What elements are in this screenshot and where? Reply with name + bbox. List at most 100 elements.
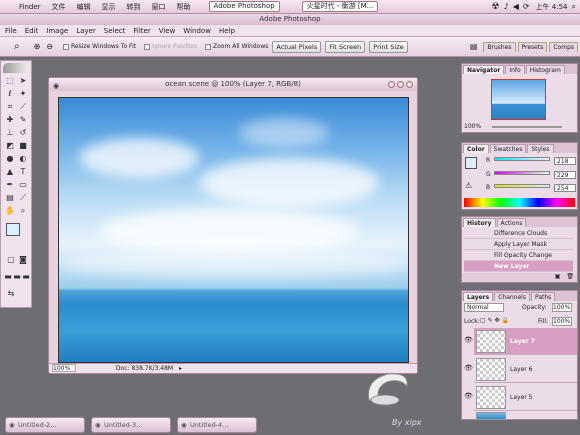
document-titlebar[interactable]: ◉ ocean scene @ 100% (Layer 7, RGB/8) [49, 78, 417, 91]
window-zoom-icon[interactable] [397, 81, 404, 88]
zoom-all-checkbox[interactable] [205, 43, 212, 50]
spotlight-icon[interactable]: ⌕ [572, 2, 576, 12]
color-fg-swatch[interactable] [465, 157, 477, 169]
tab-swatches[interactable]: Swatches [489, 144, 527, 153]
tab-history[interactable]: History [463, 218, 496, 227]
gradient-tool-icon[interactable]: ■ [18, 141, 28, 150]
visibility-eye-icon[interactable]: 👁 [464, 364, 473, 372]
menu-edit[interactable]: Edit [25, 27, 39, 35]
visibility-eye-icon[interactable]: 👁 [464, 336, 473, 344]
menu-edit-cn[interactable]: 编辑 [77, 2, 91, 12]
window-close-icon[interactable] [406, 81, 413, 88]
magic-wand-icon[interactable]: ✦ [18, 89, 28, 98]
quickmask-mode-icon[interactable]: ◙ [18, 255, 28, 264]
menu-view-cn[interactable]: 显示 [102, 2, 116, 12]
tab-styles[interactable]: Styles [527, 144, 554, 153]
lasso-tool-icon[interactable]: ℓ [5, 89, 15, 98]
tab-comps[interactable]: Comps [549, 41, 578, 52]
menu-help-cn[interactable]: 帮助 [177, 2, 191, 12]
eyedropper-icon[interactable]: ⟋ [18, 193, 28, 202]
history-trash-icon[interactable]: 🗑 [566, 273, 574, 280]
path-select-icon[interactable]: ▲ [5, 167, 15, 176]
healing-brush-icon[interactable]: ✚ [5, 115, 15, 124]
menu-go-cn[interactable]: 转到 [127, 2, 141, 12]
r-value[interactable]: 218 [554, 157, 576, 165]
tab-actions[interactable]: Actions [496, 218, 527, 227]
layer-row[interactable]: 👁 Layer 6 [464, 356, 577, 383]
task-browser[interactable]: 火星时代 - 衡游 [M... [301, 1, 379, 12]
menu-window[interactable]: Window [183, 27, 211, 35]
shape-tool-icon[interactable]: ▭ [18, 180, 28, 189]
blend-mode-select[interactable]: Normal [464, 303, 504, 312]
zoom-tool-icon[interactable]: ⌕ [14, 41, 20, 52]
history-item[interactable]: Difference Clouds [464, 228, 573, 239]
standard-mode-icon[interactable]: ▢ [6, 255, 16, 264]
minimized-untitled-4[interactable]: ◉ Untitled-4... [177, 417, 257, 433]
history-item[interactable]: Apply Layer Mask [464, 239, 573, 250]
tab-channels[interactable]: Channels [494, 292, 530, 301]
tab-layers[interactable]: Layers [463, 292, 494, 301]
radiation-icon[interactable]: ☢ [492, 2, 500, 12]
blur-tool-icon[interactable]: ● [5, 154, 15, 163]
menu-image[interactable]: Image [46, 27, 68, 35]
menu-file[interactable]: File [5, 27, 17, 35]
fill-value[interactable]: 100% [552, 317, 572, 326]
new-snapshot-icon[interactable]: ▣ [555, 273, 561, 280]
notes-tool-icon[interactable]: ▤ [5, 193, 15, 202]
sound-icon[interactable]: ♪ [504, 2, 509, 11]
move-tool-icon[interactable]: ➤ [18, 76, 28, 85]
window-minimize-icon[interactable] [388, 81, 395, 88]
imageready-icon[interactable]: ⇆ [6, 289, 16, 298]
menu-layer[interactable]: Layer [76, 27, 96, 35]
slice-tool-icon[interactable]: ⟋ [18, 102, 28, 111]
warning-icon[interactable]: ⚠ [465, 181, 472, 190]
opacity-value[interactable]: 100% [552, 303, 572, 312]
sync-icon[interactable]: ⟳ [523, 2, 530, 11]
tab-color[interactable]: Color [463, 144, 489, 153]
dodge-tool-icon[interactable]: ◐ [18, 154, 28, 163]
history-item[interactable]: Fill Opacity Change [464, 250, 573, 261]
tab-histogram[interactable]: Histogram [525, 65, 565, 74]
b-value[interactable]: 254 [554, 184, 576, 192]
g-slider[interactable] [494, 171, 550, 175]
visibility-eye-icon[interactable]: 👁 [464, 392, 473, 400]
menu-help[interactable]: Help [219, 27, 235, 35]
layer-row[interactable]: 👁 Layer 5 [464, 384, 577, 411]
b-slider[interactable] [494, 184, 550, 188]
history-item-selected[interactable]: New Layer [464, 261, 573, 272]
task-photoshop[interactable]: Adobe Photoshop [208, 1, 280, 12]
clock[interactable]: 上午 4:54 [536, 2, 568, 12]
foreground-color-swatch[interactable] [6, 223, 20, 236]
minimized-untitled-3[interactable]: ◉ Untitled-3... [91, 417, 171, 433]
ignore-palettes-checkbox[interactable] [144, 43, 151, 50]
menu-file-cn[interactable]: 文件 [52, 2, 66, 12]
screen-mode-3-icon[interactable]: ▬ [21, 272, 31, 281]
resize-windows-checkbox[interactable] [63, 43, 70, 50]
g-value[interactable]: 229 [554, 171, 576, 179]
tab-brushes[interactable]: Brushes [483, 41, 516, 52]
color-ramp[interactable] [464, 198, 575, 207]
tab-paths[interactable]: Paths [530, 292, 556, 301]
navigator-zoom[interactable]: 100% [464, 123, 481, 130]
tab-info[interactable]: Info [505, 65, 525, 74]
fit-screen-button[interactable]: Fit Screen [325, 40, 366, 53]
r-slider[interactable] [494, 157, 550, 161]
pen-tool-icon[interactable]: ✒ [5, 180, 15, 189]
tab-navigator[interactable]: Navigator [463, 65, 505, 74]
ocean-scene-canvas[interactable] [58, 97, 409, 363]
zoom-field[interactable]: 100% [52, 364, 76, 372]
menu-window-cn[interactable]: 窗口 [152, 2, 166, 12]
type-tool-icon[interactable]: T [18, 167, 28, 176]
menu-view[interactable]: View [159, 27, 176, 35]
status-arrow-icon[interactable]: ▸ [179, 365, 182, 372]
zoom-in-icon[interactable]: ⊕ [34, 42, 41, 51]
navigator-slider[interactable] [492, 126, 562, 128]
volume-icon[interactable]: ◀ [513, 2, 519, 11]
menu-finder[interactable]: Finder [19, 3, 41, 11]
crop-tool-icon[interactable]: ⌗ [5, 102, 15, 111]
stamp-tool-icon[interactable]: ⊥ [5, 128, 15, 137]
doc-size[interactable]: Doc: 838.7K/3.48M [116, 365, 173, 372]
layer-row-selected[interactable]: 👁 Layer 7 [464, 328, 577, 355]
eraser-tool-icon[interactable]: ◩ [5, 141, 15, 150]
marquee-tool-icon[interactable]: ⬚ [5, 76, 15, 85]
